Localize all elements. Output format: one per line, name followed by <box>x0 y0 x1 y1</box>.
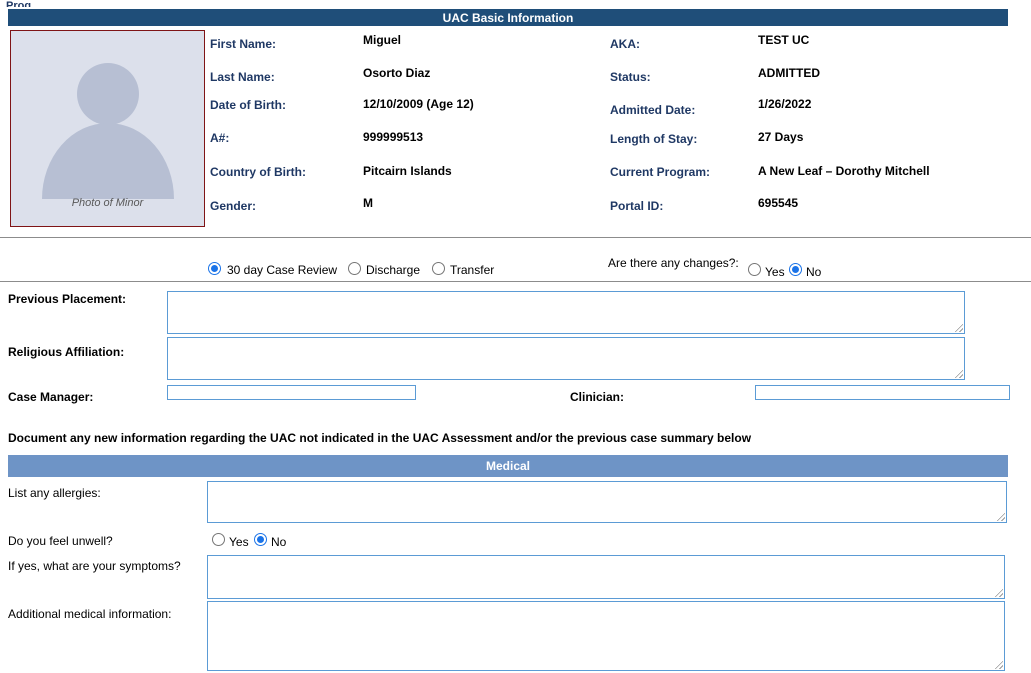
silhouette-shoulders-icon <box>42 123 174 199</box>
case-manager-label: Case Manager: <box>8 390 93 404</box>
radio-label[interactable]: No <box>806 265 821 279</box>
field-label: First Name: <box>210 37 276 51</box>
field-value: 12/10/2009 (Age 12) <box>363 97 474 111</box>
divider <box>0 281 1031 282</box>
field-label: Current Program: <box>610 165 710 179</box>
silhouette-head-icon <box>77 63 139 125</box>
radio-label[interactable]: 30 day Case Review <box>227 263 337 277</box>
top-clipped-text: Prog <box>6 0 31 7</box>
religious-affiliation-label: Religious Affiliation: <box>8 345 124 359</box>
field-value: 695545 <box>758 196 798 210</box>
field-value: 27 Days <box>758 130 803 144</box>
field-label: Length of Stay: <box>610 132 697 146</box>
radio-transfer[interactable] <box>432 262 445 275</box>
radio-label[interactable]: Yes <box>229 535 249 549</box>
changes-question-label: Are there any changes?: <box>608 256 739 270</box>
radio-30-day-case-review[interactable] <box>208 262 221 275</box>
field-value: A New Leaf – Dorothy Mitchell <box>758 164 930 178</box>
symptoms-label: If yes, what are your symptoms? <box>8 559 181 573</box>
radio-label[interactable]: No <box>271 535 286 549</box>
symptoms-field[interactable] <box>207 555 1005 599</box>
field-label: Portal ID: <box>610 199 663 213</box>
allergies-label: List any allergies: <box>8 486 101 500</box>
radio-discharge[interactable] <box>348 262 361 275</box>
additional-medical-label: Additional medical information: <box>8 607 171 621</box>
field-value: ADMITTED <box>758 66 820 80</box>
additional-medical-field[interactable] <box>207 601 1005 671</box>
field-label: Date of Birth: <box>210 98 286 112</box>
photo-caption: Photo of Minor <box>11 197 204 209</box>
allergies-textarea[interactable] <box>208 482 1006 522</box>
radio-label[interactable]: Discharge <box>366 263 420 277</box>
field-value: 1/26/2022 <box>758 97 811 111</box>
field-value: Pitcairn Islands <box>363 164 452 178</box>
case-manager-input[interactable] <box>167 385 416 400</box>
minor-photo: Photo of Minor <box>10 30 205 227</box>
field-value: Osorto Diaz <box>363 66 430 80</box>
radio-unwell-no[interactable] <box>254 533 267 546</box>
religious-affiliation-textarea[interactable] <box>168 338 964 379</box>
instruction-text: Document any new information regarding t… <box>8 431 751 445</box>
field-label: A#: <box>210 131 229 145</box>
previous-placement-label: Previous Placement: <box>8 292 126 306</box>
additional-medical-textarea[interactable] <box>208 602 1004 670</box>
field-label: Last Name: <box>210 70 275 84</box>
radio-changes-yes[interactable] <box>748 263 761 276</box>
field-value: M <box>363 196 373 210</box>
clinician-input[interactable] <box>755 385 1010 400</box>
radio-label[interactable]: Yes <box>765 265 785 279</box>
clinician-label: Clinician: <box>570 390 624 404</box>
field-label: Gender: <box>210 199 256 213</box>
section-header-medical: Medical <box>8 455 1008 477</box>
radio-unwell-yes[interactable] <box>212 533 225 546</box>
religious-affiliation-field[interactable] <box>167 337 965 380</box>
previous-placement-field[interactable] <box>167 291 965 334</box>
section-header-basic-info: UAC Basic Information <box>8 9 1008 26</box>
symptoms-textarea[interactable] <box>208 556 1004 598</box>
field-value: TEST UC <box>758 33 809 47</box>
radio-label[interactable]: Transfer <box>450 263 494 277</box>
field-label: Status: <box>610 70 651 84</box>
previous-placement-textarea[interactable] <box>168 292 964 333</box>
allergies-field[interactable] <box>207 481 1007 523</box>
field-label: Country of Birth: <box>210 165 306 179</box>
divider <box>0 237 1031 238</box>
radio-changes-no[interactable] <box>789 263 802 276</box>
unwell-question-label: Do you feel unwell? <box>8 534 113 548</box>
field-label: Admitted Date: <box>610 103 695 117</box>
field-value: Miguel <box>363 33 401 47</box>
field-value: 999999513 <box>363 130 423 144</box>
field-label: AKA: <box>610 37 640 51</box>
